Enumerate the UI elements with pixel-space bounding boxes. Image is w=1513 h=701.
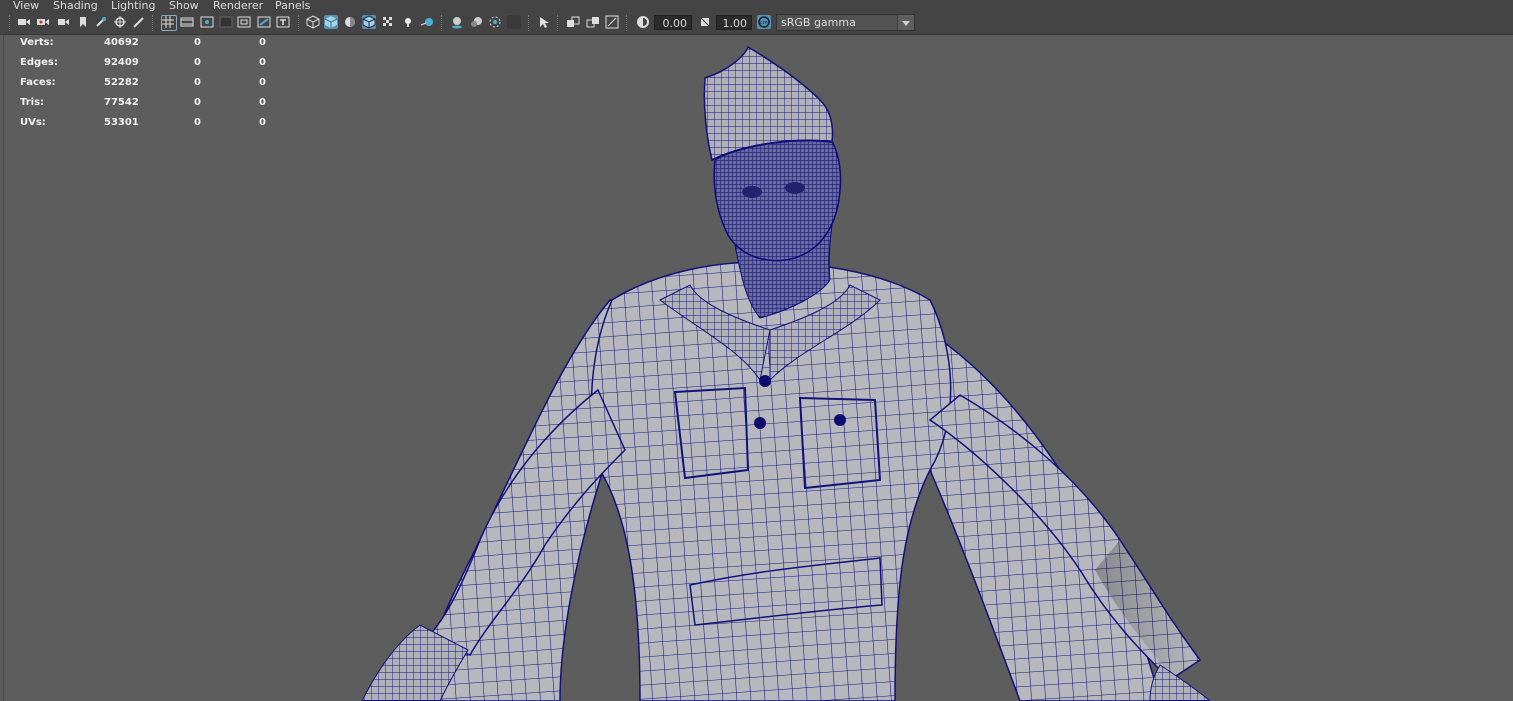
menu-shading[interactable]: Shading [53,0,98,11]
hud-row-edges: Edges: 92409 0 0 [20,57,280,69]
default-material-icon[interactable] [343,15,357,29]
hud-value-selected: 0 [194,37,201,48]
hud-label: Edges: [20,57,58,68]
viewport-toolbar: 0.00 1.00 cm sRGB gamma [0,12,1513,35]
xray-icon[interactable] [566,15,580,29]
color-management-icon[interactable]: cm [757,15,771,29]
image-plane-icon[interactable] [76,15,90,29]
hud-label: UVs: [20,117,46,128]
toolbar-separator [152,15,155,31]
safe-title-icon[interactable] [276,15,290,29]
motion-blur-icon[interactable] [469,15,483,29]
hud-value-selected: 0 [194,117,201,128]
hud-value-component: 0 [259,37,266,48]
gamma-field[interactable]: 1.00 [716,15,752,30]
shadows-icon[interactable] [420,15,434,29]
menu-show[interactable]: Show [169,0,199,11]
hud-value-selected: 0 [194,57,201,68]
menu-panels[interactable]: Panels [275,0,310,11]
use-all-lights-icon[interactable] [401,15,415,29]
hud-value-total: 52282 [104,77,139,88]
hud-value-component: 0 [259,77,266,88]
select-camera-icon[interactable] [17,15,31,29]
film-gate-icon[interactable] [180,15,194,29]
hud-value-total: 40692 [104,37,139,48]
smooth-shade-icon[interactable] [324,15,338,29]
safe-action-icon[interactable] [257,15,271,29]
field-chart-icon[interactable] [237,15,251,29]
hud-label: Faces: [20,77,56,88]
toolbar-separator [441,15,444,31]
colorspace-dropdown[interactable]: sRGB gamma [776,14,915,31]
hud-label: Verts: [20,37,54,48]
camera-attributes-icon[interactable] [36,15,50,29]
character-mesh[interactable] [0,35,1513,701]
svg-text:cm: cm [760,20,768,26]
viewport-menu-bar: View Shading Lighting Show Renderer Pane… [0,0,1513,12]
multisample-aa-icon[interactable] [488,15,502,29]
torso-mesh [590,261,952,701]
exposure-icon[interactable] [636,15,650,29]
hud-row-faces: Faces: 52282 0 0 [20,77,280,89]
hud-value-selected: 0 [194,97,201,108]
grease-pencil-icon[interactable] [113,15,127,29]
wireframe-icon[interactable] [306,15,320,29]
menu-renderer[interactable]: Renderer [213,0,263,11]
xray-joints-icon[interactable] [605,15,619,29]
hud-value-selected: 0 [194,77,201,88]
exposure-field[interactable]: 0.00 [654,15,692,30]
hud-value-total: 92409 [104,57,139,68]
depth-of-field-icon[interactable] [507,15,521,29]
grid-icon[interactable] [161,15,177,31]
hud-value-component: 0 [259,97,266,108]
colorspace-value: sRGB gamma [781,16,856,29]
hud-value-total: 53301 [104,117,139,128]
bookmarks-icon[interactable] [56,15,70,29]
hud-value-component: 0 [259,117,266,128]
toolbar-separator [9,15,12,31]
menu-view[interactable]: View [13,0,39,11]
gamma-icon[interactable] [698,15,712,29]
menu-lighting[interactable]: Lighting [111,0,155,11]
hud-label: Tris: [20,97,45,108]
hud-value-component: 0 [259,57,266,68]
hud-value-total: 77542 [104,97,139,108]
2d-pan-zoom-icon[interactable] [94,15,108,29]
screen-space-ao-icon[interactable] [450,15,464,29]
textured-icon[interactable] [381,15,395,29]
hud-row-verts: Verts: 40692 0 0 [20,37,280,49]
chevron-down-icon[interactable] [897,15,914,30]
resolution-gate-icon[interactable] [200,15,214,29]
toolbar-separator [528,15,531,31]
toolbar-separator [557,15,560,31]
xray-active-icon[interactable] [586,15,600,29]
toolbar-separator [626,15,629,31]
toolbar-separator [298,15,301,31]
hud-row-tris: Tris: 77542 0 0 [20,97,280,109]
paint-brush-icon[interactable] [132,15,146,29]
hud-row-uvs: UVs: 53301 0 0 [20,117,280,129]
gate-mask-icon[interactable] [219,15,233,29]
wireframe-on-shaded-icon[interactable] [362,15,376,29]
isolate-select-icon[interactable] [537,15,551,29]
